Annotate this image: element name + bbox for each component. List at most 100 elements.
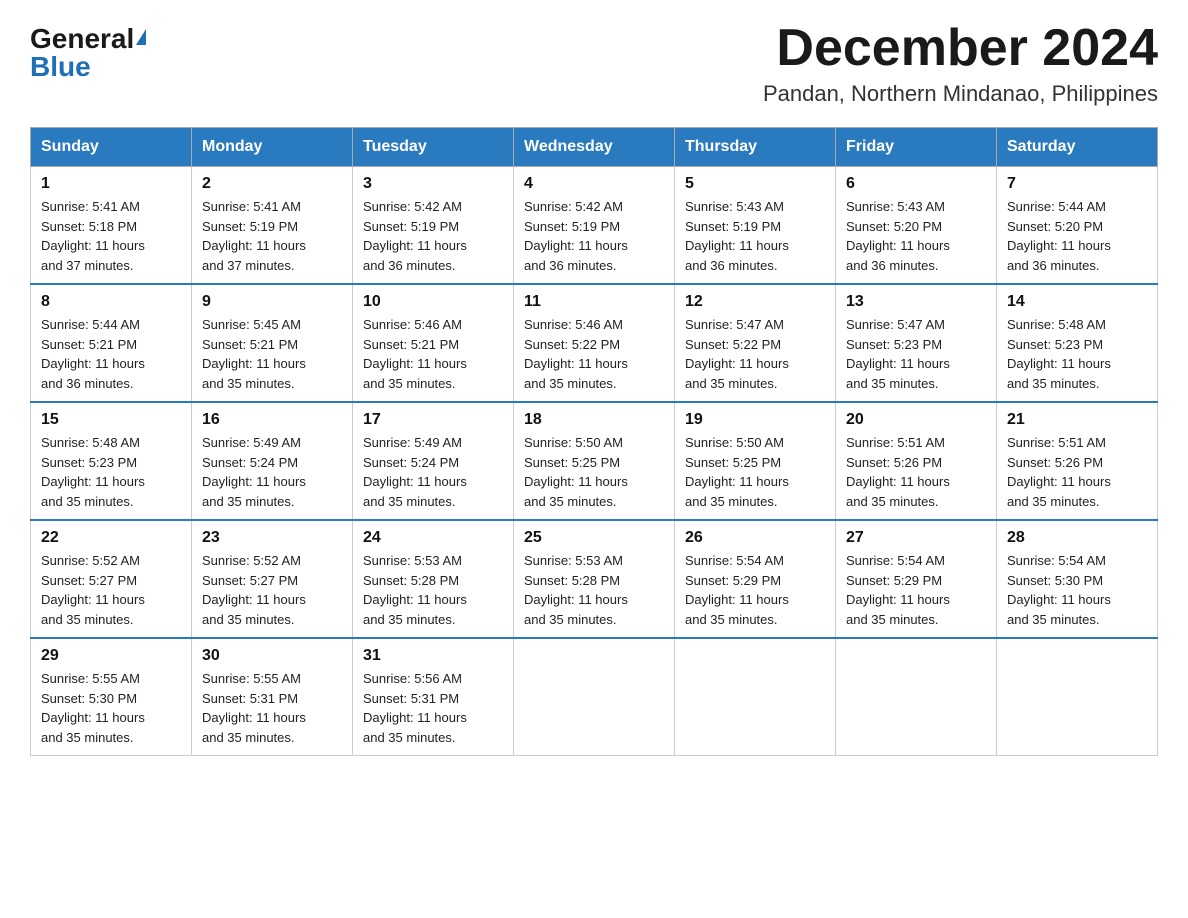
week-row-5: 29 Sunrise: 5:55 AMSunset: 5:30 PMDayligh…	[31, 638, 1158, 756]
day-number: 27	[846, 529, 986, 547]
calendar-cell: 25Sunrise: 5:53 AMSunset: 5:28 PMDayligh…	[514, 520, 675, 638]
calendar-cell: 18Sunrise: 5:50 AMSunset: 5:25 PMDayligh…	[514, 402, 675, 520]
weekday-header-friday: Friday	[836, 128, 997, 167]
day-info: Sunrise: 5:47 AMSunset: 5:23 PMDaylight:…	[846, 315, 986, 393]
day-number: 9	[202, 293, 342, 311]
calendar-cell: 2 Sunrise: 5:41 AMSunset: 5:19 PMDaylight…	[192, 167, 353, 285]
logo-general-text: General	[30, 25, 146, 53]
day-info: Sunrise: 5:52 AMSunset: 5:27 PMDaylight:…	[202, 551, 342, 629]
day-number: 19	[685, 411, 825, 429]
day-number: 7	[1007, 175, 1147, 193]
week-row-3: 15 Sunrise: 5:48 AMSunset: 5:23 PMDayligh…	[31, 402, 1158, 520]
day-number: 1	[41, 175, 181, 193]
calendar-cell: 4 Sunrise: 5:42 AMSunset: 5:19 PMDaylight…	[514, 167, 675, 285]
title-area: December 2024 Pandan, Northern Mindanao,…	[763, 20, 1158, 107]
weekday-header-monday: Monday	[192, 128, 353, 167]
weekday-header-tuesday: Tuesday	[353, 128, 514, 167]
day-info: Sunrise: 5:54 AMSunset: 5:30 PMDaylight:…	[1007, 551, 1147, 629]
calendar-cell: 24 Sunrise: 5:53 AMSunset: 5:28 PMDayligh…	[353, 520, 514, 638]
calendar-cell: 17 Sunrise: 5:49 AMSunset: 5:24 PMDayligh…	[353, 402, 514, 520]
day-info: Sunrise: 5:47 AMSunset: 5:22 PMDaylight:…	[685, 315, 825, 393]
weekday-header-wednesday: Wednesday	[514, 128, 675, 167]
calendar-cell: 11 Sunrise: 5:46 AMSunset: 5:22 PMDayligh…	[514, 284, 675, 402]
day-number: 25	[524, 529, 664, 547]
calendar-cell: 29 Sunrise: 5:55 AMSunset: 5:30 PMDayligh…	[31, 638, 192, 756]
day-info: Sunrise: 5:46 AMSunset: 5:21 PMDaylight:…	[363, 315, 503, 393]
day-number: 17	[363, 411, 503, 429]
calendar-cell: 26 Sunrise: 5:54 AMSunset: 5:29 PMDayligh…	[675, 520, 836, 638]
month-title: December 2024	[763, 20, 1158, 77]
calendar-cell: 8 Sunrise: 5:44 AMSunset: 5:21 PMDaylight…	[31, 284, 192, 402]
day-info: Sunrise: 5:43 AMSunset: 5:19 PMDaylight:…	[685, 197, 825, 275]
day-number: 14	[1007, 293, 1147, 311]
day-number: 5	[685, 175, 825, 193]
weekday-header-row: SundayMondayTuesdayWednesdayThursdayFrid…	[31, 128, 1158, 167]
day-number: 22	[41, 529, 181, 547]
day-info: Sunrise: 5:53 AMSunset: 5:28 PMDaylight:…	[363, 551, 503, 629]
day-info: Sunrise: 5:52 AMSunset: 5:27 PMDaylight:…	[41, 551, 181, 629]
calendar-cell: 9Sunrise: 5:45 AMSunset: 5:21 PMDaylight…	[192, 284, 353, 402]
calendar-cell: 21 Sunrise: 5:51 AMSunset: 5:26 PMDayligh…	[997, 402, 1158, 520]
week-row-1: 1Sunrise: 5:41 AMSunset: 5:18 PMDaylight…	[31, 167, 1158, 285]
day-info: Sunrise: 5:55 AMSunset: 5:30 PMDaylight:…	[41, 669, 181, 747]
calendar-cell	[675, 638, 836, 756]
day-number: 21	[1007, 411, 1147, 429]
day-info: Sunrise: 5:44 AMSunset: 5:20 PMDaylight:…	[1007, 197, 1147, 275]
week-row-2: 8 Sunrise: 5:44 AMSunset: 5:21 PMDaylight…	[31, 284, 1158, 402]
calendar-cell: 23 Sunrise: 5:52 AMSunset: 5:27 PMDayligh…	[192, 520, 353, 638]
day-number: 12	[685, 293, 825, 311]
page-header: General Blue December 2024 Pandan, North…	[30, 20, 1158, 107]
day-number: 4	[524, 175, 664, 193]
day-info: Sunrise: 5:54 AMSunset: 5:29 PMDaylight:…	[685, 551, 825, 629]
calendar-cell: 16Sunrise: 5:49 AMSunset: 5:24 PMDayligh…	[192, 402, 353, 520]
day-number: 13	[846, 293, 986, 311]
calendar-cell: 3 Sunrise: 5:42 AMSunset: 5:19 PMDaylight…	[353, 167, 514, 285]
calendar-cell: 14 Sunrise: 5:48 AMSunset: 5:23 PMDayligh…	[997, 284, 1158, 402]
calendar-cell: 27Sunrise: 5:54 AMSunset: 5:29 PMDayligh…	[836, 520, 997, 638]
day-number: 15	[41, 411, 181, 429]
logo: General Blue	[30, 20, 146, 81]
calendar-cell	[836, 638, 997, 756]
calendar-cell: 1Sunrise: 5:41 AMSunset: 5:18 PMDaylight…	[31, 167, 192, 285]
day-info: Sunrise: 5:48 AMSunset: 5:23 PMDaylight:…	[41, 433, 181, 511]
day-number: 10	[363, 293, 503, 311]
day-info: Sunrise: 5:42 AMSunset: 5:19 PMDaylight:…	[524, 197, 664, 275]
day-number: 18	[524, 411, 664, 429]
day-number: 8	[41, 293, 181, 311]
calendar-cell: 6Sunrise: 5:43 AMSunset: 5:20 PMDaylight…	[836, 167, 997, 285]
day-number: 29	[41, 647, 181, 665]
day-info: Sunrise: 5:49 AMSunset: 5:24 PMDaylight:…	[363, 433, 503, 511]
day-number: 24	[363, 529, 503, 547]
day-info: Sunrise: 5:48 AMSunset: 5:23 PMDaylight:…	[1007, 315, 1147, 393]
day-number: 11	[524, 293, 664, 311]
day-info: Sunrise: 5:51 AMSunset: 5:26 PMDaylight:…	[846, 433, 986, 511]
calendar-cell: 5 Sunrise: 5:43 AMSunset: 5:19 PMDaylight…	[675, 167, 836, 285]
logo-blue-text: Blue	[30, 53, 91, 81]
calendar-cell: 28Sunrise: 5:54 AMSunset: 5:30 PMDayligh…	[997, 520, 1158, 638]
week-row-4: 22 Sunrise: 5:52 AMSunset: 5:27 PMDayligh…	[31, 520, 1158, 638]
day-number: 3	[363, 175, 503, 193]
calendar-cell: 10 Sunrise: 5:46 AMSunset: 5:21 PMDayligh…	[353, 284, 514, 402]
day-number: 26	[685, 529, 825, 547]
day-number: 30	[202, 647, 342, 665]
calendar-cell	[514, 638, 675, 756]
calendar-cell: 7 Sunrise: 5:44 AMSunset: 5:20 PMDaylight…	[997, 167, 1158, 285]
day-number: 2	[202, 175, 342, 193]
day-info: Sunrise: 5:56 AMSunset: 5:31 PMDaylight:…	[363, 669, 503, 747]
weekday-header-sunday: Sunday	[31, 128, 192, 167]
day-info: Sunrise: 5:44 AMSunset: 5:21 PMDaylight:…	[41, 315, 181, 393]
day-info: Sunrise: 5:42 AMSunset: 5:19 PMDaylight:…	[363, 197, 503, 275]
day-number: 23	[202, 529, 342, 547]
weekday-header-thursday: Thursday	[675, 128, 836, 167]
day-info: Sunrise: 5:41 AMSunset: 5:19 PMDaylight:…	[202, 197, 342, 275]
day-info: Sunrise: 5:55 AMSunset: 5:31 PMDaylight:…	[202, 669, 342, 747]
day-number: 20	[846, 411, 986, 429]
day-info: Sunrise: 5:50 AMSunset: 5:25 PMDaylight:…	[685, 433, 825, 511]
calendar-cell	[997, 638, 1158, 756]
calendar-cell: 15 Sunrise: 5:48 AMSunset: 5:23 PMDayligh…	[31, 402, 192, 520]
calendar-cell: 30 Sunrise: 5:55 AMSunset: 5:31 PMDayligh…	[192, 638, 353, 756]
day-number: 6	[846, 175, 986, 193]
day-info: Sunrise: 5:46 AMSunset: 5:22 PMDaylight:…	[524, 315, 664, 393]
day-info: Sunrise: 5:51 AMSunset: 5:26 PMDaylight:…	[1007, 433, 1147, 511]
day-info: Sunrise: 5:49 AMSunset: 5:24 PMDaylight:…	[202, 433, 342, 511]
